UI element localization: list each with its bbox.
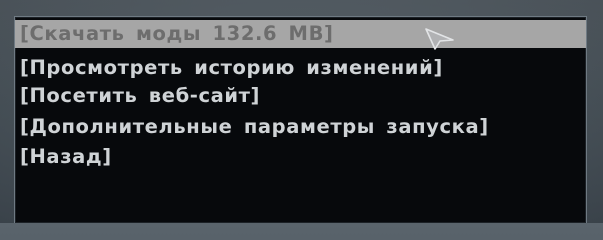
game-screen: { "menu": { "items": [ { "label": "[Скач… (0, 0, 603, 223)
view-changelog-menu-item[interactable]: [Просмотреть историю изменений] (20, 54, 443, 82)
visit-website-menu-item[interactable]: [Посетить веб-сайт] (20, 82, 260, 110)
download-mods-menu-item[interactable]: [Скачать моды 132.6 MB] (15, 20, 586, 48)
back-menu-item[interactable]: [Назад] (20, 143, 112, 171)
launch-options-menu-item[interactable]: [Дополнительные параметры запуска] (20, 113, 489, 141)
arrow-cursor-icon (425, 28, 454, 50)
mod-menu-panel: [Скачать моды 132.6 MB] [Просмотреть ист… (14, 16, 587, 223)
